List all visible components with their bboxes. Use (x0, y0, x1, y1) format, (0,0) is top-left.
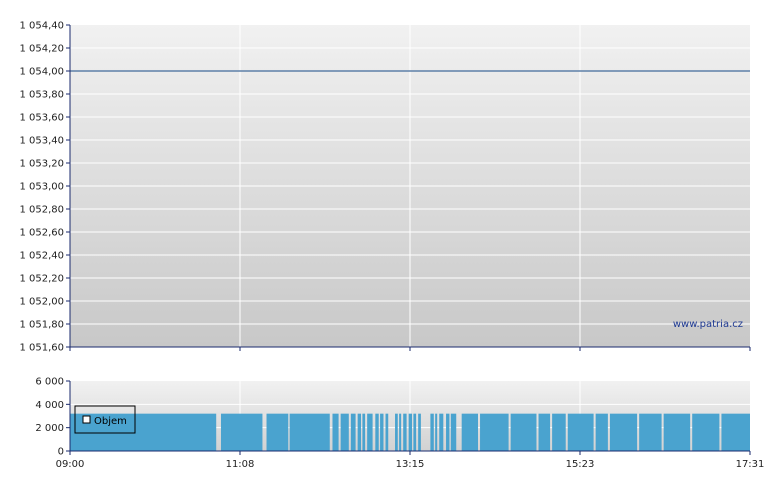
volume-bars (70, 413, 750, 451)
volume-bar (357, 413, 362, 451)
volume-bar (408, 413, 413, 451)
chart-canvas: 1 054,40 1 054,20 1 054,00 1 053,80 1 053,60… (19, 21, 765, 471)
volume-bar (510, 413, 537, 451)
price-y-tick-label: 1 053,80 (19, 90, 64, 101)
volume-bar (220, 413, 263, 451)
volume-y-axis: 6 000 4 000 2 000 0 (35, 377, 70, 458)
volume-bar (567, 413, 594, 451)
price-y-tick-label: 1 052,20 (19, 274, 64, 285)
volume-bar (595, 413, 608, 451)
volume-bar (395, 413, 398, 451)
volume-bar (375, 413, 379, 451)
volume-bar (362, 413, 366, 451)
price-y-tick-label: 1 052,00 (19, 297, 64, 308)
price-y-tick-label: 1 053,40 (19, 136, 64, 147)
volume-bar (399, 413, 402, 451)
price-y-tick-label: 1 054,40 (19, 21, 64, 32)
volume-bar (403, 413, 407, 451)
volume-bar (435, 413, 438, 451)
volume-bar (439, 413, 444, 451)
price-y-tick-label: 1 054,00 (19, 67, 64, 78)
price-y-tick-label: 1 052,40 (19, 251, 64, 262)
x-tick-label: 17:31 (736, 459, 765, 470)
legend-swatch (82, 415, 91, 424)
price-y-tick-label: 1 054,20 (19, 44, 64, 55)
volume-bar (663, 413, 691, 451)
volume-bar (461, 413, 478, 451)
volume-bar (450, 413, 457, 451)
volume-y-tick-label: 0 (58, 447, 64, 458)
volume-bar (350, 413, 356, 451)
volume-y-tick-label: 2 000 (35, 423, 64, 434)
volume-bar (380, 413, 384, 451)
volume-bar (413, 413, 417, 451)
volume-bar (430, 413, 434, 451)
volume-bar (692, 413, 720, 451)
x-tick-label: 11:08 (226, 459, 255, 470)
price-y-tick-label: 1 051,60 (19, 343, 64, 354)
volume-bar (266, 413, 289, 451)
x-tick-label: 09:00 (56, 459, 85, 470)
volume-bar (538, 413, 551, 451)
volume-y-tick-label: 6 000 (35, 377, 64, 388)
price-y-tick-label: 1 052,60 (19, 228, 64, 239)
price-y-axis: 1 054,40 1 054,20 1 054,00 1 053,80 1 053,60… (19, 21, 70, 354)
x-tick-label: 13:15 (396, 459, 425, 470)
volume-bar (609, 413, 638, 451)
volume-bar (480, 413, 509, 451)
price-y-tick-label: 1 051,80 (19, 320, 64, 331)
volume-bar (418, 413, 421, 451)
volume-bar (639, 413, 662, 451)
price-y-tick-label: 1 052,80 (19, 205, 64, 216)
volume-bar (332, 413, 339, 451)
volume-bar (70, 413, 217, 451)
legend-label: Objem (94, 416, 127, 427)
volume-bar (446, 413, 450, 451)
volume-y-tick-label: 4 000 (35, 400, 64, 411)
price-y-tick-label: 1 053,00 (19, 182, 64, 193)
volume-bar (367, 413, 373, 451)
volume-bar (340, 413, 349, 451)
volume-bar (552, 413, 566, 451)
price-y-tick-label: 1 053,20 (19, 159, 64, 170)
volume-bar (385, 413, 389, 451)
volume-bar (289, 413, 330, 451)
watermark[interactable]: www.patria.cz (673, 319, 743, 330)
price-y-tick-label: 1 053,60 (19, 113, 64, 124)
x-tick-label: 15:23 (566, 459, 595, 470)
volume-bar (721, 413, 750, 451)
